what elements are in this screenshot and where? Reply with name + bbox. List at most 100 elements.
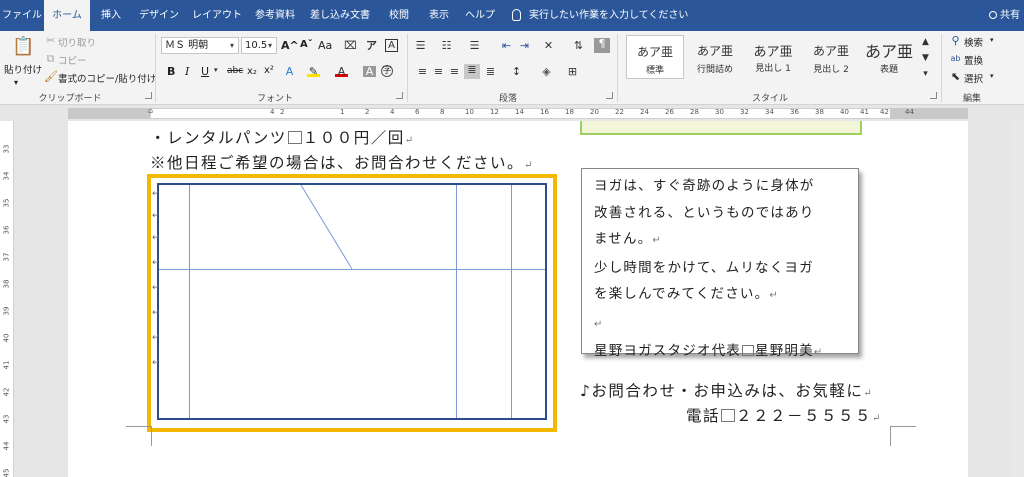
ruler-number: 33 [2, 144, 11, 154]
find-button[interactable]: 検索 [964, 35, 983, 49]
vertical-scrollbar[interactable] [1010, 121, 1024, 477]
distributed-icon[interactable]: ≣ [484, 66, 497, 77]
paste-button[interactable]: 貼り付け [4, 62, 42, 76]
borders-icon[interactable]: ⊞ [566, 66, 579, 77]
align-center-icon[interactable]: ≡ [432, 66, 445, 77]
textbox-line: ません。↵ [594, 226, 848, 255]
styles-launcher-icon[interactable] [930, 92, 937, 99]
phonetic-guide-icon[interactable]: ア [365, 40, 378, 51]
italic-button[interactable]: I [185, 65, 189, 78]
tab-design[interactable]: デザイン [132, 0, 186, 31]
tab-review[interactable]: 校閲 [378, 0, 420, 31]
diagonal-line[interactable] [159, 185, 545, 418]
font-launcher-icon[interactable] [396, 92, 403, 99]
numbering-icon[interactable]: ☷ [440, 40, 453, 51]
paste-dropdown-icon[interactable]: ▾ [14, 78, 18, 87]
tab-file[interactable]: ファイル [0, 0, 44, 31]
tab-view[interactable]: 表示 [420, 0, 458, 31]
style-no-spacing[interactable]: あア亜 行間詰め [686, 35, 744, 79]
crop-mark [890, 426, 916, 446]
paste-icon[interactable]: 📋 [12, 36, 34, 58]
contact-line[interactable]: ♪お問合わせ・お申込みは、お気軽に↵ [580, 379, 872, 401]
textbox-line: 少し時間をかけて、ムリなくヨガ [594, 259, 814, 276]
styles-scroll-down-icon[interactable]: ▼ [919, 53, 932, 64]
shading-icon[interactable]: ◈ [540, 66, 553, 77]
cell-mark: ↵ [152, 189, 160, 199]
share-button[interactable]: 共有 [989, 0, 1020, 31]
enclosed-char-icon[interactable]: 字 [381, 65, 393, 77]
style-title[interactable]: あア亜 表題 [860, 35, 918, 79]
clipboard-launcher-icon[interactable] [145, 92, 152, 99]
increase-indent-icon[interactable]: ⇥ [518, 40, 531, 51]
style-heading-1[interactable]: あア亜 見出し 1 [744, 35, 802, 79]
styles-more-icon[interactable]: ▾ [919, 69, 932, 80]
align-left-icon[interactable]: ≡ [416, 66, 429, 77]
char-shading-icon[interactable]: A [363, 66, 376, 77]
decrease-indent-icon[interactable]: ⇤ [500, 40, 513, 51]
horizontal-ruler[interactable]: 4 2 1 2 4 6 8 10 12 14 16 18 20 22 24 26 28 30 32 34 36 38 40 4… [0, 106, 1024, 121]
crop-mark [126, 426, 152, 446]
cut-button[interactable]: 切り取り [58, 35, 96, 49]
style-name: 表題 [879, 65, 898, 75]
char-border-icon[interactable]: A [385, 39, 398, 52]
tell-me-box[interactable]: 実行したい作業を入力してください [512, 0, 688, 31]
message-textbox[interactable]: ヨガは、すぐ奇跡のように身体が 改善される、というものではあり ません。↵ 少し… [581, 168, 859, 359]
indent-marker-icon[interactable]: ⌂ [148, 106, 153, 115]
ruler-number: 4 [270, 108, 275, 116]
share-label: 共有 [1000, 10, 1020, 21]
font-color-icon[interactable]: A [335, 66, 348, 77]
ruler-number: 22 [615, 108, 624, 116]
ruler-number: 18 [565, 108, 574, 116]
tab-help[interactable]: ヘルプ [458, 0, 502, 31]
grow-font-button[interactable]: A^ [281, 39, 299, 52]
format-painter-button[interactable]: 書式のコピー/貼り付け [58, 71, 156, 85]
align-right-icon[interactable]: ≡ [448, 66, 461, 77]
tab-layout[interactable]: レイアウト [186, 0, 248, 31]
copy-icon: ⧉ [46, 52, 55, 65]
empty-table[interactable] [157, 183, 547, 420]
styles-scroll-up-icon[interactable]: ▲ [919, 37, 932, 48]
subscript-button[interactable]: x₂ [247, 66, 257, 77]
text-effects-icon[interactable]: A [283, 66, 296, 77]
justify-icon[interactable]: ≣ [464, 64, 480, 79]
body-line-other-dates[interactable]: ※他日程ご希望の場合は、お問合わせください。↵ [150, 151, 532, 173]
chevron-down-icon: ▾ [267, 41, 272, 50]
select-dropdown-icon[interactable]: ▾ [990, 72, 994, 80]
shrink-font-button[interactable]: Aˇ [300, 39, 313, 50]
styles-group-label: スタイル [751, 94, 788, 104]
replace-button[interactable]: 置換 [964, 53, 983, 67]
strikethrough-button[interactable]: abc [227, 66, 243, 76]
paragraph-launcher-icon[interactable] [606, 92, 613, 99]
phone-line[interactable]: 電話 ２２２－５５５５↵ [686, 404, 880, 426]
tab-insert[interactable]: 挿入 [90, 0, 132, 31]
sort-icon[interactable]: ⇅ [572, 40, 585, 51]
style-heading-2[interactable]: あア亜 見出し 2 [802, 35, 860, 79]
superscript-button[interactable]: x² [264, 65, 274, 76]
body-line-rental-pants[interactable]: ・レンタルパンツ １００円／回↵ [150, 126, 413, 148]
ruler-number: 28 [690, 108, 699, 116]
font-size-combo[interactable]: 10.5 ▾ [241, 37, 277, 54]
cell-mark: ↵ [152, 308, 160, 318]
underline-button[interactable]: U [201, 65, 209, 78]
highlight-color-icon[interactable]: ✎ [307, 66, 320, 77]
bullets-icon[interactable]: ☰ [414, 40, 427, 51]
line-spacing-icon[interactable]: ↕ [510, 66, 523, 77]
change-case-button[interactable]: Aa [318, 39, 332, 52]
vertical-ruler[interactable]: 33 34 35 36 37 38 39 40 41 42 43 44 45 [0, 121, 14, 477]
select-button[interactable]: 選択 [964, 71, 983, 85]
flyer-image[interactable] [580, 121, 862, 135]
tab-mailings[interactable]: 差し込み文書 [302, 0, 378, 31]
clear-format-icon[interactable]: ⌧ [344, 40, 357, 51]
asian-layout-icon[interactable]: ✕ [542, 40, 555, 51]
style-normal[interactable]: あア亜 標準 [626, 35, 684, 79]
show-marks-icon[interactable]: ¶ [594, 38, 610, 53]
underline-dropdown-icon[interactable]: ▾ [214, 66, 218, 74]
multilevel-list-icon[interactable]: ☰ [468, 40, 481, 51]
copy-button[interactable]: コピー [58, 53, 87, 67]
tab-home[interactable]: ホーム [44, 0, 90, 31]
paragraph-mark: ↵ [813, 347, 823, 358]
tab-references[interactable]: 参考資料 [248, 0, 302, 31]
find-dropdown-icon[interactable]: ▾ [990, 36, 994, 44]
font-name-combo[interactable]: ＭＳ 明朝 ▾ [161, 37, 239, 54]
bold-button[interactable]: B [167, 65, 175, 78]
